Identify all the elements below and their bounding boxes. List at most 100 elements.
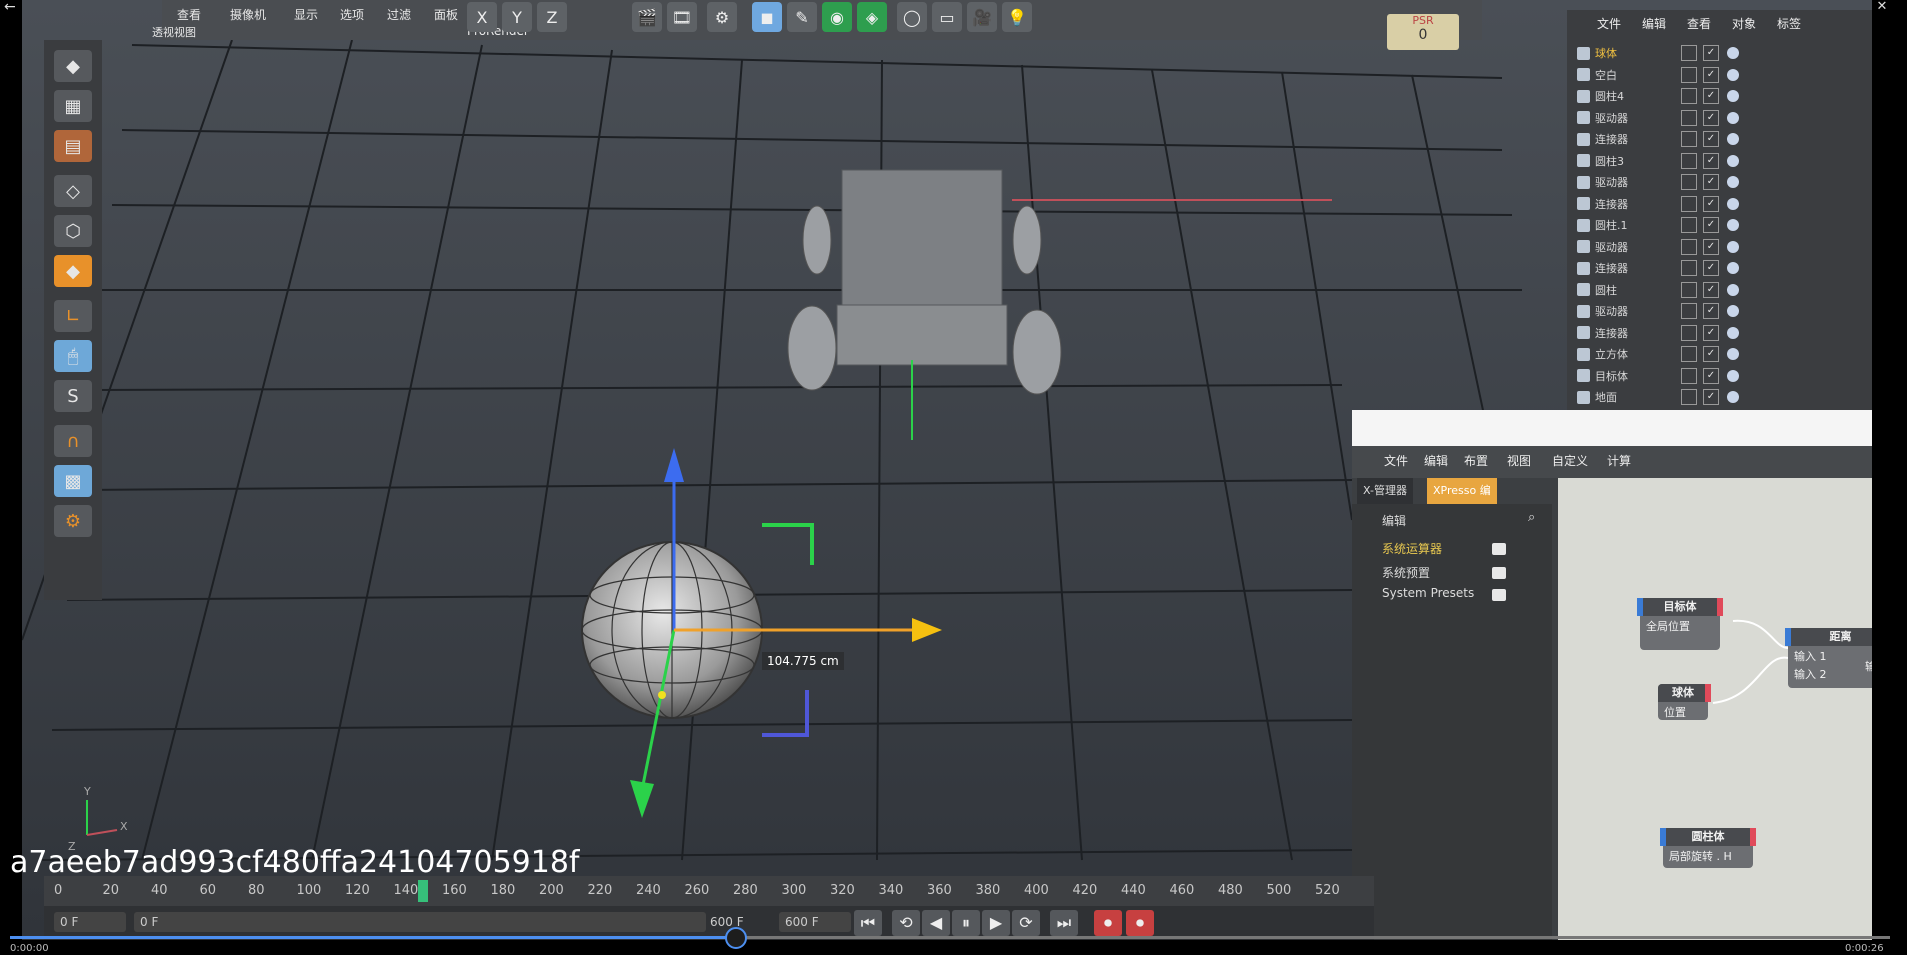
- magnet-icon[interactable]: ∩: [54, 425, 92, 457]
- tag-icon[interactable]: [1727, 283, 1739, 296]
- node-cylinder[interactable]: 圆柱体 局部旋转 . H: [1660, 828, 1756, 868]
- visibility-toggle[interactable]: [1681, 66, 1697, 83]
- go-to-end-button[interactable]: ⏭: [1050, 910, 1078, 936]
- object-row[interactable]: 连接器 ✓: [1577, 193, 1872, 215]
- node-port-out[interactable]: [1717, 598, 1723, 616]
- om-menu-edit[interactable]: 编辑: [1642, 15, 1666, 32]
- tag-icon[interactable]: [1727, 262, 1739, 274]
- menu-display[interactable]: 显示: [294, 6, 318, 23]
- go-to-start-button[interactable]: ⏮: [854, 910, 882, 936]
- tag-icon[interactable]: [1727, 348, 1739, 360]
- enabled-check-icon[interactable]: ✓: [1703, 152, 1719, 169]
- tab-x-manager[interactable]: X-管理器: [1357, 478, 1413, 504]
- record-button[interactable]: ⏺: [1094, 910, 1122, 936]
- node-port-in[interactable]: [1785, 628, 1791, 646]
- cube-tool-icon[interactable]: ◆: [54, 50, 92, 82]
- enabled-check-icon[interactable]: ✓: [1703, 217, 1719, 233]
- deformer-icon[interactable]: ◈: [857, 2, 887, 32]
- node-port-in[interactable]: [1637, 598, 1643, 616]
- video-seekbar[interactable]: [10, 927, 1890, 949]
- tag-icon[interactable]: [1727, 90, 1739, 102]
- enabled-check-icon[interactable]: ✓: [1703, 346, 1719, 362]
- xp-menu-custom[interactable]: 自定义: [1552, 452, 1588, 469]
- om-menu-view[interactable]: 查看: [1687, 15, 1711, 32]
- visibility-toggle[interactable]: [1681, 238, 1697, 255]
- timeline-ruler[interactable]: 0 20 40 60 80 100 120 140 160 180 200 220 240 260 280 3…: [44, 876, 1374, 906]
- object-row[interactable]: 地面 ✓: [1577, 386, 1872, 408]
- visibility-toggle[interactable]: [1681, 88, 1697, 104]
- enabled-check-icon[interactable]: ✓: [1703, 238, 1719, 255]
- visibility-toggle[interactable]: [1681, 367, 1697, 384]
- visibility-toggle[interactable]: [1681, 217, 1697, 233]
- om-menu-tags[interactable]: 标签: [1777, 15, 1801, 32]
- tag-icon[interactable]: [1727, 326, 1739, 339]
- visibility-toggle[interactable]: [1681, 152, 1697, 169]
- enabled-check-icon[interactable]: ✓: [1703, 45, 1719, 61]
- tag-icon[interactable]: [1727, 240, 1739, 253]
- enabled-check-icon[interactable]: ✓: [1703, 109, 1719, 126]
- node-distance[interactable]: 距离 输入 1 输入 2 输出: [1785, 628, 1872, 688]
- axis-tool-icon[interactable]: ∟: [54, 300, 92, 332]
- node-port[interactable]: 输入 1: [1788, 646, 1872, 666]
- visibility-toggle[interactable]: [1681, 195, 1697, 212]
- node-port[interactable]: 输入 2: [1788, 666, 1872, 684]
- object-row[interactable]: 目标体 ✓: [1577, 365, 1872, 387]
- object-row[interactable]: 圆柱 ✓: [1577, 279, 1872, 301]
- axis-z-button[interactable]: Z: [537, 2, 567, 32]
- render-clapper-icon[interactable]: 🎬: [632, 2, 662, 32]
- psr-widget[interactable]: PSR 0: [1387, 14, 1459, 50]
- menu-options[interactable]: 选项: [340, 6, 364, 23]
- start-frame-field[interactable]: 0 F: [54, 912, 126, 932]
- object-row[interactable]: 立方体 ✓: [1577, 343, 1872, 365]
- axis-y-button[interactable]: Y: [502, 2, 532, 32]
- axis-x-button[interactable]: X: [467, 2, 497, 32]
- environment-icon[interactable]: ◯: [897, 2, 927, 32]
- object-row[interactable]: 圆柱3 ✓: [1577, 150, 1872, 172]
- next-frame-button[interactable]: ▶: [982, 910, 1010, 936]
- visibility-toggle[interactable]: [1681, 260, 1697, 276]
- tag-icon[interactable]: [1727, 219, 1739, 231]
- render-settings-icon[interactable]: ⚙: [707, 2, 737, 32]
- enabled-check-icon[interactable]: ✓: [1703, 367, 1719, 384]
- back-arrow-icon[interactable]: ←: [4, 0, 16, 14]
- previous-frame-button[interactable]: ◀: [922, 910, 950, 936]
- node-port[interactable]: 局部旋转 . H: [1663, 846, 1753, 866]
- om-menu-file[interactable]: 文件: [1597, 15, 1621, 32]
- tag-icon[interactable]: [1727, 133, 1739, 145]
- xp-menu-file[interactable]: 文件: [1384, 452, 1408, 469]
- tag-icon[interactable]: [1727, 369, 1739, 382]
- node-port-out[interactable]: [1705, 684, 1711, 702]
- search-icon[interactable]: ⌕: [1528, 510, 1535, 525]
- xpresso-node-canvas[interactable]: 目标体 全局位置 距离 输入 1 输入 2 输出 球体 位置 圆柱体 局部旋转 …: [1558, 478, 1872, 940]
- tag-icon[interactable]: [1727, 47, 1739, 59]
- enabled-check-icon[interactable]: ✓: [1703, 174, 1719, 190]
- tweak-mouse-icon[interactable]: 🖱: [54, 340, 92, 372]
- tag-icon[interactable]: [1727, 154, 1739, 167]
- subdivision-icon[interactable]: ◉: [822, 2, 852, 32]
- light-icon[interactable]: 💡: [1002, 2, 1032, 32]
- tag-icon[interactable]: [1727, 176, 1739, 188]
- object-row[interactable]: 连接器 ✓: [1577, 322, 1872, 344]
- xp-menu-edit[interactable]: 编辑: [1424, 452, 1448, 469]
- xp-menu-calculate[interactable]: 计算: [1607, 452, 1631, 469]
- end-frame-field-b[interactable]: 600 F: [779, 912, 851, 932]
- checker-tool-icon[interactable]: ▦: [54, 90, 92, 122]
- workplane-lock-icon[interactable]: ⚙: [54, 505, 92, 537]
- tree-item-system-operators[interactable]: 系统运算器: [1382, 540, 1442, 557]
- polygon-mode-icon[interactable]: ◆: [54, 255, 92, 287]
- xpresso-titlebar[interactable]: [1352, 410, 1872, 446]
- tag-icon[interactable]: [1727, 305, 1739, 317]
- grid-lock-icon[interactable]: ▩: [54, 465, 92, 497]
- snap-s-icon[interactable]: S: [54, 380, 92, 412]
- tree-item-system-presets-cn[interactable]: 系统预置: [1382, 564, 1430, 581]
- pause-button[interactable]: ⏸: [952, 910, 980, 936]
- object-row[interactable]: 球体 ✓: [1577, 42, 1872, 64]
- object-row[interactable]: 圆柱4 ✓: [1577, 85, 1872, 107]
- object-row[interactable]: 空白 ✓: [1577, 64, 1872, 86]
- node-target[interactable]: 目标体 全局位置: [1637, 598, 1723, 650]
- edge-mode-icon[interactable]: ⬡: [54, 215, 92, 247]
- node-port-in[interactable]: [1660, 828, 1666, 846]
- camera-icon[interactable]: 🎥: [967, 2, 997, 32]
- floor-icon[interactable]: ▭: [932, 2, 962, 32]
- timeline-playhead[interactable]: [417, 880, 428, 902]
